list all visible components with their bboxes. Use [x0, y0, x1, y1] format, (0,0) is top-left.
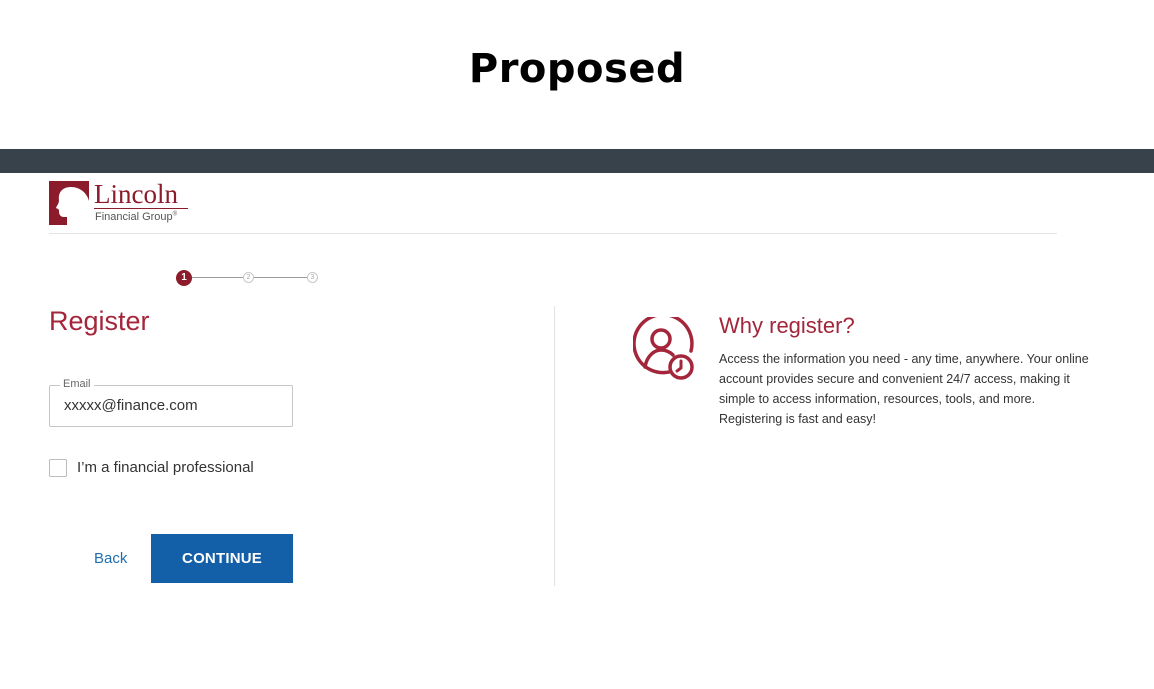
financial-professional-checkbox[interactable] — [49, 459, 67, 477]
register-title: Register — [49, 306, 150, 336]
step-2-indicator: 2 — [243, 272, 254, 283]
email-field[interactable]: Email xxxxx@finance.com — [49, 378, 293, 427]
lincoln-logo[interactable]: Lincoln Financial Group® — [49, 179, 209, 227]
financial-professional-label[interactable]: I’m a financial professional — [77, 459, 254, 476]
why-register-title: Why register? — [719, 313, 855, 338]
step-connector — [254, 277, 314, 278]
step-3-indicator: 3 — [307, 272, 318, 283]
progress-stepper: 1 2 3 — [176, 268, 326, 288]
email-input-value[interactable]: xxxxx@finance.com — [64, 397, 198, 414]
page-heading: Proposed — [468, 46, 686, 92]
top-bar — [0, 149, 1154, 173]
column-divider — [554, 306, 555, 586]
why-register-text: Access the information you need - any ti… — [719, 352, 1089, 426]
back-button[interactable]: Back — [94, 550, 127, 567]
continue-button[interactable]: CONTINUE — [151, 534, 293, 583]
step-1-indicator: 1 — [176, 270, 192, 286]
header-divider — [49, 233, 1057, 234]
logo-subtitle: Financial Group® — [95, 211, 177, 223]
user-clock-icon — [633, 317, 694, 380]
lincoln-profile-icon — [49, 181, 89, 225]
logo-subtitle-text: Financial Group — [95, 211, 173, 223]
logo-underline — [94, 208, 188, 209]
email-label: Email — [60, 378, 94, 390]
logo-name: Lincoln — [94, 179, 178, 209]
logo-registered-mark: ® — [172, 211, 178, 218]
